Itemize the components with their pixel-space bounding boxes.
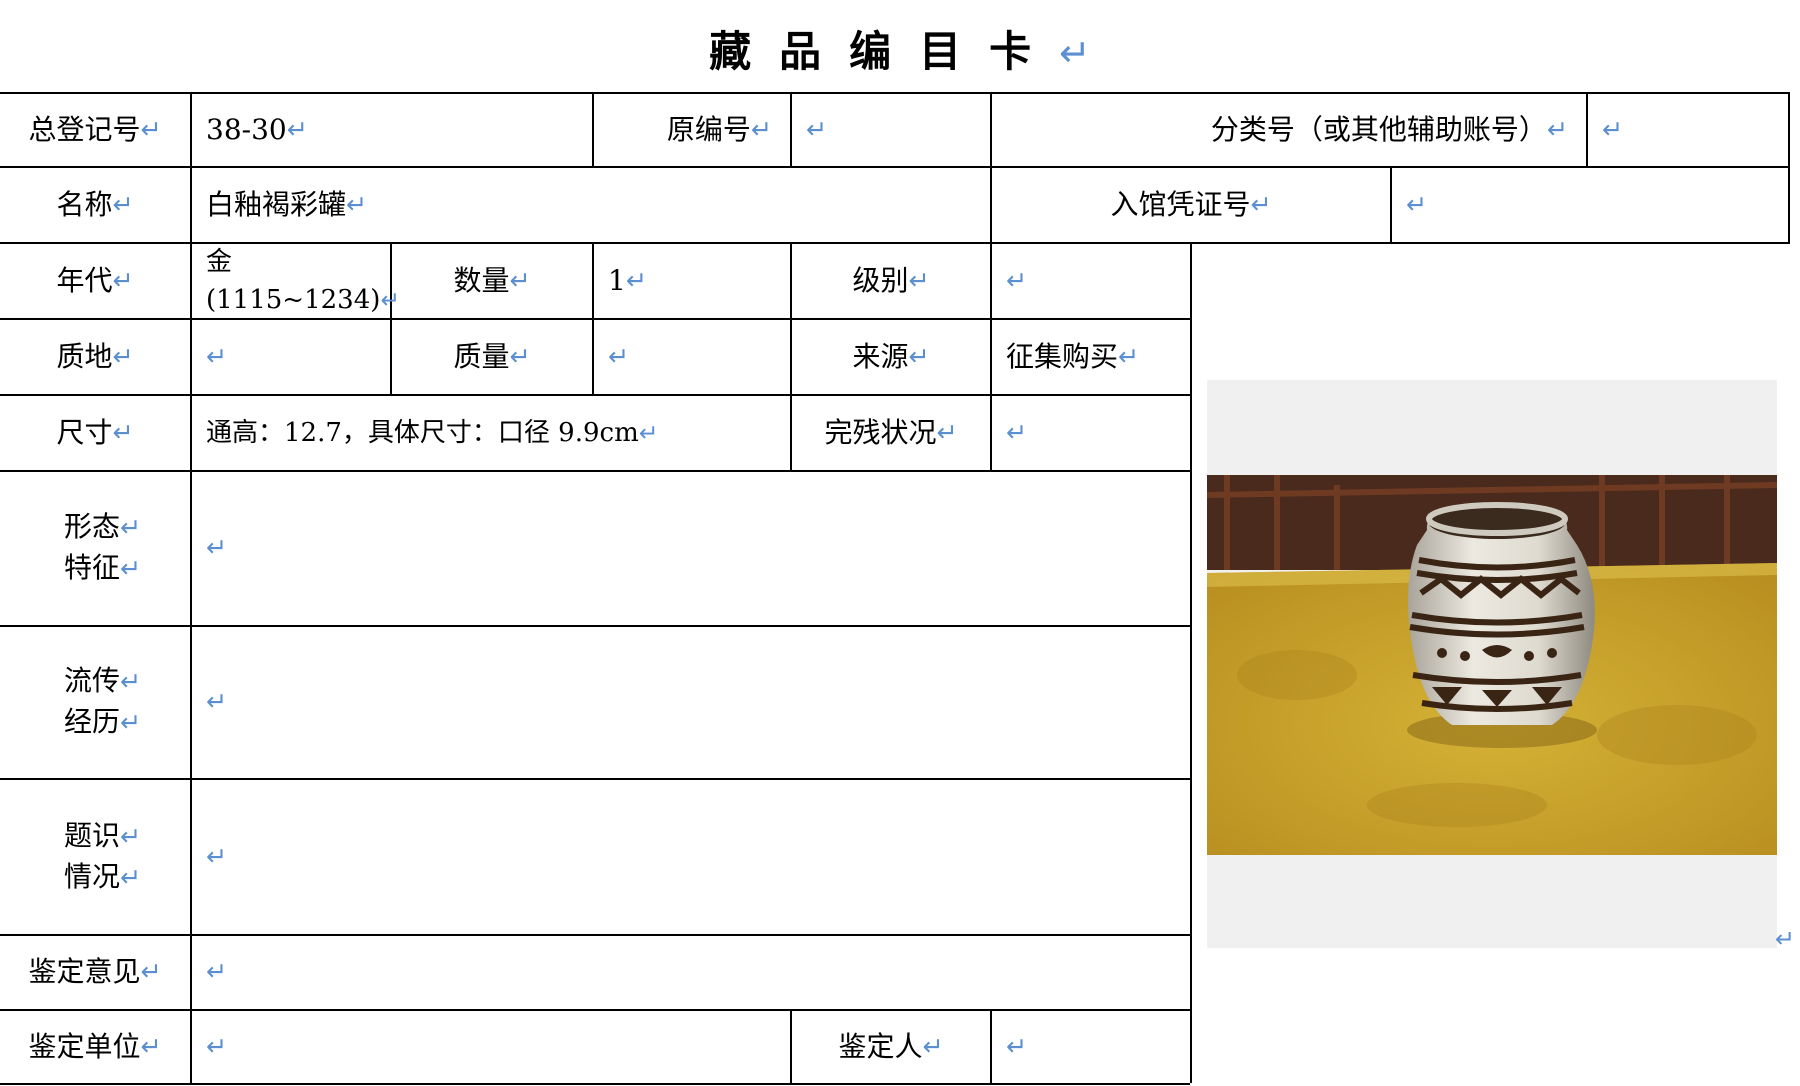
classification-no-label: 分类号（或其他辅助账号） ↵ bbox=[992, 93, 1586, 166]
paragraph-mark-icon: ↵ bbox=[206, 1031, 228, 1061]
paragraph-mark-icon: ↵ bbox=[206, 841, 228, 871]
quantity-label: 数量 ↵ bbox=[392, 243, 592, 318]
appraisal-opinion-label: 鉴定意见 ↵ bbox=[0, 935, 190, 1009]
paragraph-mark-icon: ↵ bbox=[120, 554, 142, 583]
paragraph-mark-icon: ↵ bbox=[112, 341, 134, 371]
appraisal-unit-value[interactable]: ↵ bbox=[192, 1010, 790, 1083]
paragraph-mark-icon: ↵ bbox=[1118, 341, 1140, 371]
mass-label: 质量 ↵ bbox=[392, 319, 592, 394]
paragraph-mark-icon: ↵ bbox=[908, 265, 930, 295]
mass-value[interactable]: ↵ bbox=[594, 319, 790, 394]
artifact-photo bbox=[1207, 475, 1777, 855]
registration-no-label: 总登记号 ↵ bbox=[0, 93, 190, 166]
paragraph-mark-icon: ↵ bbox=[120, 821, 142, 851]
appraisal-unit-label: 鉴定单位 ↵ bbox=[0, 1010, 190, 1083]
paragraph-mark-icon: ↵ bbox=[1006, 265, 1028, 295]
source-value[interactable]: 征集购买 ↵ bbox=[992, 319, 1190, 394]
paragraph-mark-icon: ↵ bbox=[625, 265, 647, 295]
provenance-value[interactable]: ↵ bbox=[192, 626, 1190, 778]
paragraph-mark-icon: ↵ bbox=[1250, 189, 1272, 219]
paragraph-mark-icon: ↵ bbox=[936, 417, 958, 447]
appraiser-value[interactable]: ↵ bbox=[992, 1010, 1190, 1083]
original-no-label: 原编号 ↵ bbox=[594, 93, 790, 166]
paragraph-mark-icon: ↵ bbox=[112, 265, 134, 295]
paragraph-mark-icon: ↵ bbox=[908, 341, 930, 371]
condition-label: 完残状况 ↵ bbox=[792, 395, 990, 470]
material-value[interactable]: ↵ bbox=[192, 319, 390, 394]
paragraph-mark-icon: ↵ bbox=[608, 341, 630, 371]
paragraph-mark-icon: ↵ bbox=[922, 1031, 944, 1061]
paragraph-mark-icon: ↵ bbox=[112, 189, 134, 219]
paragraph-mark-icon: ↵ bbox=[509, 265, 531, 295]
inscriptions-value[interactable]: ↵ bbox=[192, 779, 1190, 934]
paragraph-mark-icon: ↵ bbox=[806, 114, 828, 144]
grade-label: 级别 ↵ bbox=[792, 243, 990, 318]
paragraph-mark-icon: ↵ bbox=[206, 341, 228, 371]
paragraph-mark-icon: ↵ bbox=[140, 1031, 162, 1061]
form-features-label: 形态↵ 特征↵ bbox=[64, 510, 142, 584]
paragraph-mark-icon: ↵ bbox=[206, 687, 228, 716]
paragraph-mark-icon: ↵ bbox=[1775, 925, 1796, 953]
name-label: 名称 ↵ bbox=[0, 167, 190, 242]
paragraph-mark-icon: ↵ bbox=[140, 957, 162, 986]
paragraph-mark-icon: ↵ bbox=[112, 417, 134, 447]
paragraph-mark-icon: ↵ bbox=[346, 189, 368, 219]
appraisal-opinion-value[interactable]: ↵ bbox=[192, 935, 1190, 1009]
paragraph-mark-icon: ↵ bbox=[1546, 114, 1568, 144]
paragraph-mark-icon: ↵ bbox=[286, 114, 308, 144]
grade-value[interactable]: ↵ bbox=[992, 243, 1190, 318]
material-label: 质地 ↵ bbox=[0, 319, 190, 394]
card-title: 藏品编目卡↵ bbox=[709, 27, 1091, 76]
original-no-value[interactable]: ↵ bbox=[792, 93, 990, 166]
inscriptions-label: 题识↵ 情况↵ bbox=[64, 818, 142, 893]
dimensions-label: 尺寸 ↵ bbox=[0, 395, 190, 470]
dimensions-value[interactable]: 通高：12.7，具体尺寸：口径 9.9cm ↵ bbox=[192, 395, 790, 470]
classification-no-value[interactable]: ↵ bbox=[1588, 93, 1788, 166]
paragraph-mark-icon: ↵ bbox=[120, 667, 142, 696]
paragraph-mark-icon: ↵ bbox=[206, 957, 228, 986]
paragraph-mark-icon: ↵ bbox=[750, 114, 772, 144]
paragraph-mark-icon: ↵ bbox=[509, 341, 531, 371]
paragraph-mark-icon: ↵ bbox=[206, 533, 228, 562]
era-label: 年代 ↵ bbox=[0, 243, 190, 318]
paragraph-mark-icon: ↵ bbox=[120, 708, 142, 737]
paragraph-mark-icon: ↵ bbox=[1602, 114, 1624, 144]
paragraph-mark-icon: ↵ bbox=[1059, 31, 1091, 75]
era-value[interactable]: 金 (1115~1234)↵ bbox=[192, 243, 400, 318]
condition-value[interactable]: ↵ bbox=[992, 395, 1190, 470]
entry-voucher-no-value[interactable]: ↵ bbox=[1392, 167, 1788, 242]
paragraph-mark-icon: ↵ bbox=[120, 862, 142, 892]
quantity-value[interactable]: 1 ↵ bbox=[594, 243, 790, 318]
registration-no-value[interactable]: 38-30 ↵ bbox=[192, 93, 592, 166]
paragraph-mark-icon: ↵ bbox=[1006, 1031, 1028, 1061]
paragraph-mark-icon: ↵ bbox=[1006, 417, 1028, 447]
entry-voucher-no-label: 入馆凭证号 ↵ bbox=[992, 167, 1390, 242]
source-label: 来源 ↵ bbox=[792, 319, 990, 394]
appraiser-label: 鉴定人 ↵ bbox=[792, 1010, 990, 1083]
paragraph-mark-icon: ↵ bbox=[140, 114, 162, 144]
name-value[interactable]: 白釉褐彩罐 ↵ bbox=[192, 167, 990, 242]
paragraph-mark-icon: ↵ bbox=[1406, 189, 1428, 219]
form-features-value[interactable]: ↵ bbox=[192, 471, 1190, 625]
provenance-label: 流传↵ 经历↵ bbox=[64, 664, 142, 738]
paragraph-mark-icon: ↵ bbox=[638, 418, 659, 447]
paragraph-mark-icon: ↵ bbox=[120, 513, 142, 542]
